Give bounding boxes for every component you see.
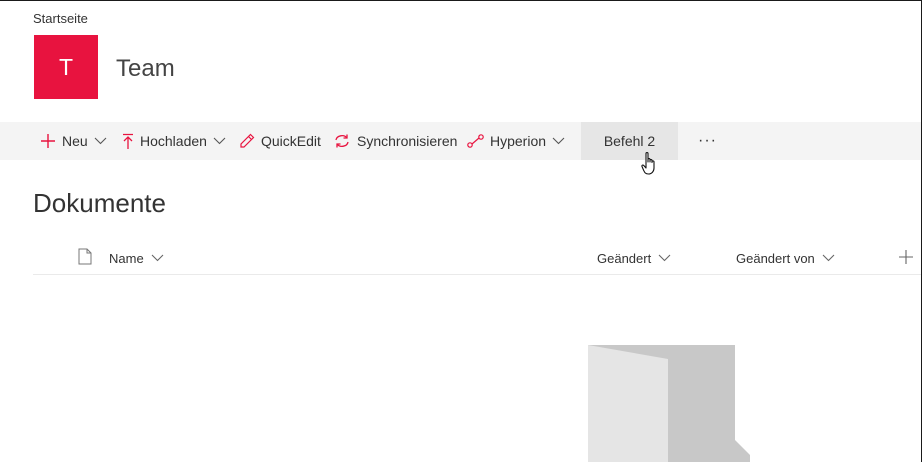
- upload-button-label: Hochladen: [140, 133, 207, 149]
- modified-column-header[interactable]: Geändert: [597, 242, 671, 274]
- add-column-button[interactable]: [899, 242, 913, 274]
- chevron-down-icon: [94, 137, 107, 145]
- chevron-down-icon: [151, 254, 164, 262]
- chevron-down-icon: [822, 254, 835, 262]
- site-logo[interactable]: T: [34, 35, 98, 99]
- hyperion-button[interactable]: Hyperion: [467, 122, 565, 160]
- befehl2-button[interactable]: Befehl 2: [581, 122, 678, 160]
- more-commands-button[interactable]: ···: [698, 122, 717, 160]
- hand-cursor-icon: [641, 151, 659, 182]
- plus-icon: [899, 249, 913, 267]
- new-button-label: Neu: [62, 133, 88, 149]
- sync-button-label: Synchronisieren: [357, 133, 458, 149]
- befehl2-button-label: Befehl 2: [603, 133, 656, 149]
- quickedit-button-label: QuickEdit: [261, 133, 321, 149]
- library-title: Dokumente: [33, 188, 166, 218]
- more-icon: ···: [698, 132, 717, 149]
- empty-folder-illustration: [588, 345, 753, 462]
- name-column-label: Name: [109, 250, 144, 266]
- new-button[interactable]: Neu: [40, 122, 107, 160]
- modified-column-label: Geändert: [597, 250, 652, 266]
- modified-by-column-header[interactable]: Geändert von: [736, 242, 835, 274]
- chevron-down-icon: [213, 137, 226, 145]
- chevron-down-icon: [658, 254, 671, 262]
- sync-icon: [333, 133, 351, 149]
- sharepoint-page: Startseite T Team Neu Hochladen QuickEdi…: [0, 0, 922, 462]
- column-header-row: Name Geändert Geändert von: [33, 242, 921, 275]
- site-logo-letter: T: [58, 53, 74, 80]
- pencil-icon: [239, 133, 255, 149]
- breadcrumb-home-link[interactable]: Startseite: [33, 11, 88, 26]
- modified-by-column-label: Geändert von: [736, 250, 815, 266]
- hyperion-button-label: Hyperion: [490, 133, 547, 149]
- sync-button[interactable]: Synchronisieren: [333, 122, 457, 160]
- upload-icon: [122, 133, 134, 150]
- plus-icon: [40, 133, 56, 149]
- upload-button[interactable]: Hochladen: [122, 122, 226, 160]
- command-bar: Neu Hochladen QuickEdit Synchronisieren …: [0, 122, 921, 160]
- file-type-column-header[interactable]: [78, 242, 92, 274]
- site-title[interactable]: Team: [116, 55, 175, 83]
- document-icon: [78, 248, 92, 268]
- chevron-down-icon: [552, 137, 565, 145]
- flow-icon: [467, 134, 484, 148]
- name-column-header[interactable]: Name: [109, 242, 164, 274]
- quickedit-button[interactable]: QuickEdit: [239, 122, 321, 160]
